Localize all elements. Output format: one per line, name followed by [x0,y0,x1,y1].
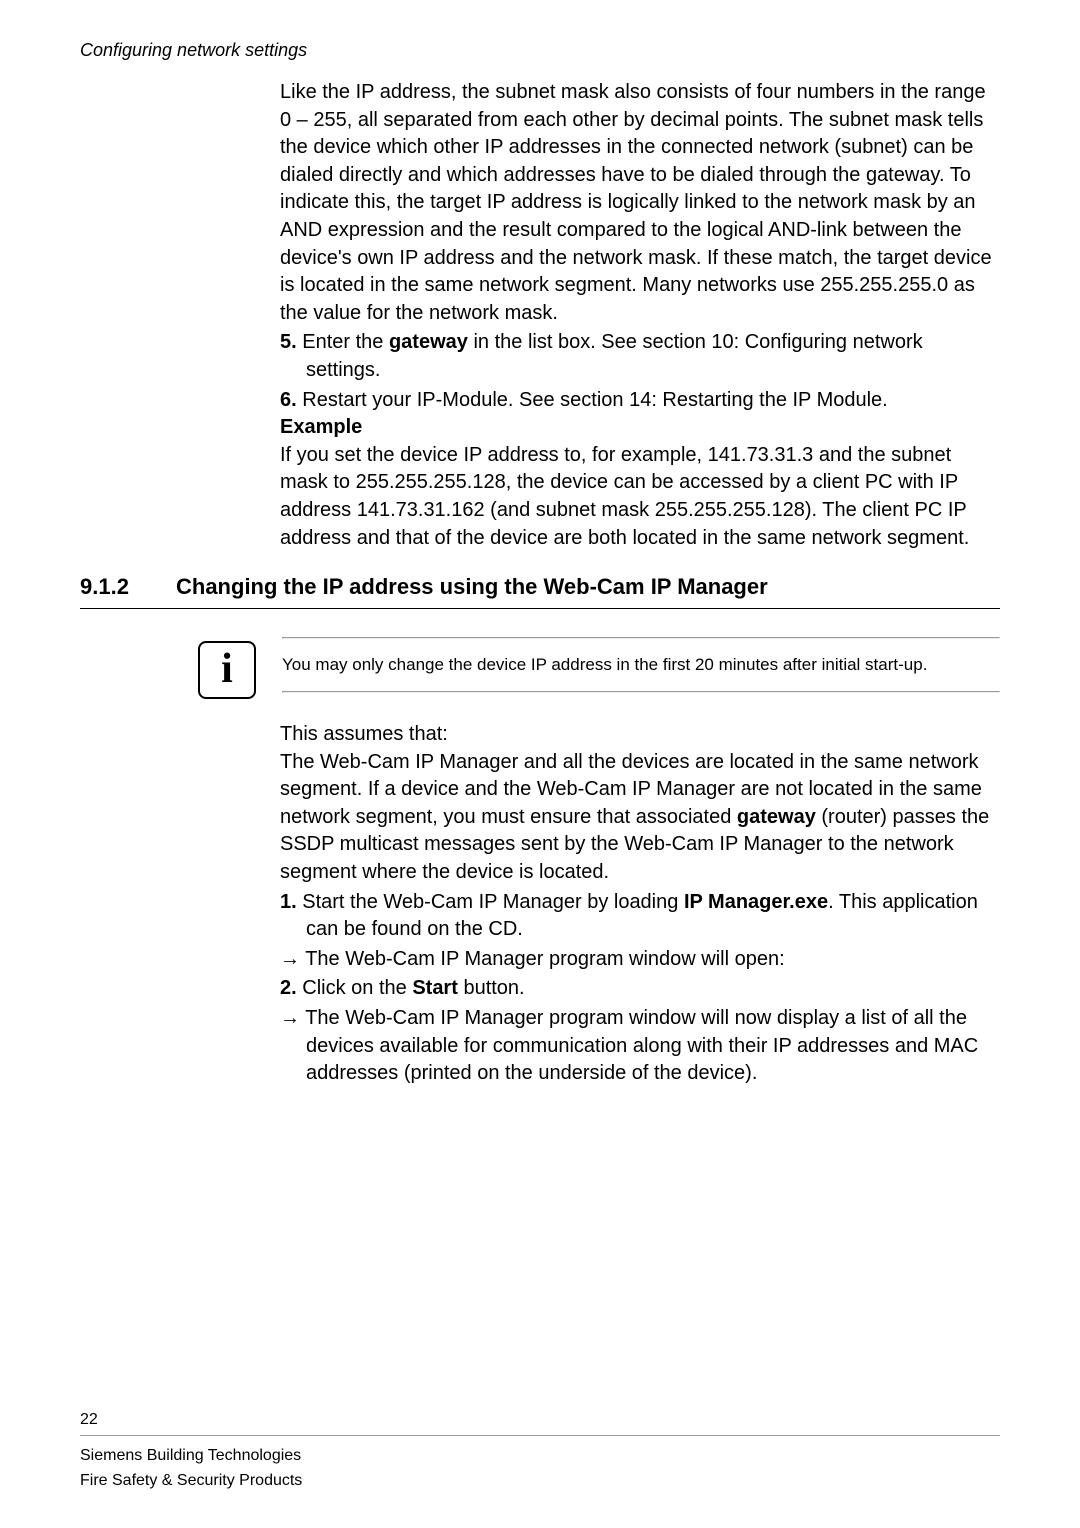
page-footer: 22 Siemens Building Technologies Fire Sa… [80,1411,1000,1494]
section-rule [80,608,1000,609]
step-2-a: Click on the [302,977,412,999]
assumes-bold: gateway [737,806,816,828]
step-1-bold: IP Manager.exe [684,891,828,913]
page-number: 22 [80,1411,1000,1429]
step-2-bold: Start [412,977,458,999]
body-block-2: This assumes that: The Web-Cam IP Manage… [280,721,1000,1088]
step-2-num: 2. [280,977,302,999]
info-note-row: i You may only change the device IP addr… [198,637,1000,699]
info-icon: i [198,641,256,699]
example-heading: Example [280,414,1000,442]
section-number: 9.1.2 [80,574,176,600]
step-2: 2. Click on the Start button. [280,975,1000,1003]
footer-rule [80,1435,1000,1436]
assumes-lead: This assumes that: [280,721,1000,749]
result-1-text: The Web-Cam IP Manager program window wi… [305,948,784,970]
step-6-num: 6. [280,389,302,411]
section-title: Changing the IP address using the Web-Ca… [176,574,768,600]
step-1-num: 1. [280,891,302,913]
result-2-text: The Web-Cam IP Manager program window wi… [305,1007,978,1084]
step-6: 6. Restart your IP-Module. See section 1… [280,387,1000,415]
footer-line-1: Siemens Building Technologies [80,1444,1000,1469]
step-5: 5. Enter the gateway in the list box. Se… [280,329,1000,384]
step-1: 1. Start the Web-Cam IP Manager by loadi… [280,889,1000,944]
step-5-text-a: Enter the [302,331,389,353]
step-2-b: button. [458,977,525,999]
step-5-num: 5. [280,331,302,353]
info-icon-glyph: i [221,648,233,690]
footer-line-2: Fire Safety & Security Products [80,1469,1000,1494]
section-heading-row: 9.1.2 Changing the IP address using the … [80,574,1000,600]
paragraph-subnet-explanation: Like the IP address, the subnet mask als… [280,79,1000,327]
step-1-a: Start the Web-Cam IP Manager by loading [302,891,684,913]
example-body: If you set the device IP address to, for… [280,442,1000,552]
step-6-text: Restart your IP-Module. See section 14: … [302,389,888,411]
info-note-text: You may only change the device IP addres… [282,639,1000,691]
result-1-arrow: → [280,948,305,970]
info-note-bottom-rule [282,691,1000,693]
result-1: → The Web-Cam IP Manager program window … [280,946,1000,974]
running-header: Configuring network settings [80,40,1000,61]
body-block-1: Like the IP address, the subnet mask als… [280,79,1000,552]
result-2-arrow: → [280,1007,305,1029]
result-2: → The Web-Cam IP Manager program window … [280,1005,1000,1088]
step-5-bold: gateway [389,331,468,353]
assumes-paragraph: The Web-Cam IP Manager and all the devic… [280,749,1000,887]
info-note-wrap: You may only change the device IP addres… [282,637,1000,693]
page: Configuring network settings Like the IP… [0,0,1080,1528]
